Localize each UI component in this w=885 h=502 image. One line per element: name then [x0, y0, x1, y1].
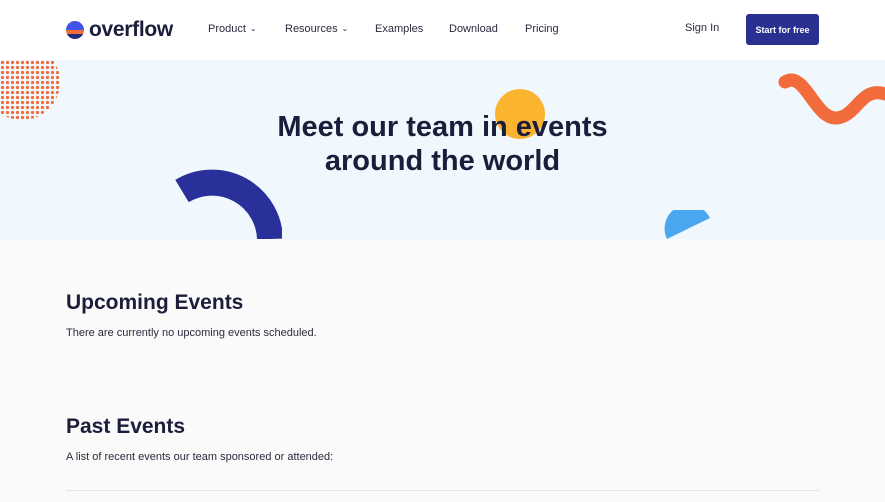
nav-product[interactable]: Product ⌄	[208, 22, 257, 36]
logo-mark-icon	[66, 21, 84, 39]
sign-in-link[interactable]: Sign In	[685, 22, 719, 34]
hero-title-line-2: around the world	[324, 145, 561, 177]
nav-product-label: Product	[208, 23, 246, 35]
hero-title-line-1: Meet our team in events	[277, 111, 608, 143]
divider	[66, 490, 819, 491]
blue-circle-decoration	[664, 210, 710, 239]
nav-resources[interactable]: Resources ⌄	[285, 22, 348, 36]
start-for-free-button[interactable]: Start for free	[746, 14, 819, 45]
logo-text: overflow	[89, 18, 173, 41]
hero-banner: Meet our team in events around the world	[0, 60, 885, 239]
past-events-heading: Past Events	[66, 415, 186, 438]
upcoming-events-heading: Upcoming Events	[66, 291, 244, 314]
nav-resources-label: Resources	[285, 23, 338, 35]
nav-download[interactable]: Download	[449, 22, 498, 36]
nav-examples[interactable]: Examples	[375, 22, 423, 36]
chevron-down-icon: ⌄	[249, 24, 257, 33]
logo[interactable]: overflow	[66, 17, 173, 43]
nav-pricing[interactable]: Pricing	[525, 22, 559, 36]
top-navigation: overflow Product ⌄ Resources ⌄ Examples Do…	[0, 0, 885, 60]
upcoming-events-text: There are currently no upcoming events s…	[66, 327, 317, 339]
chevron-down-icon: ⌄	[341, 24, 349, 33]
hero-title: Meet our team in events around the world	[0, 110, 885, 178]
past-events-text: A list of recent events our team sponsor…	[66, 451, 334, 463]
